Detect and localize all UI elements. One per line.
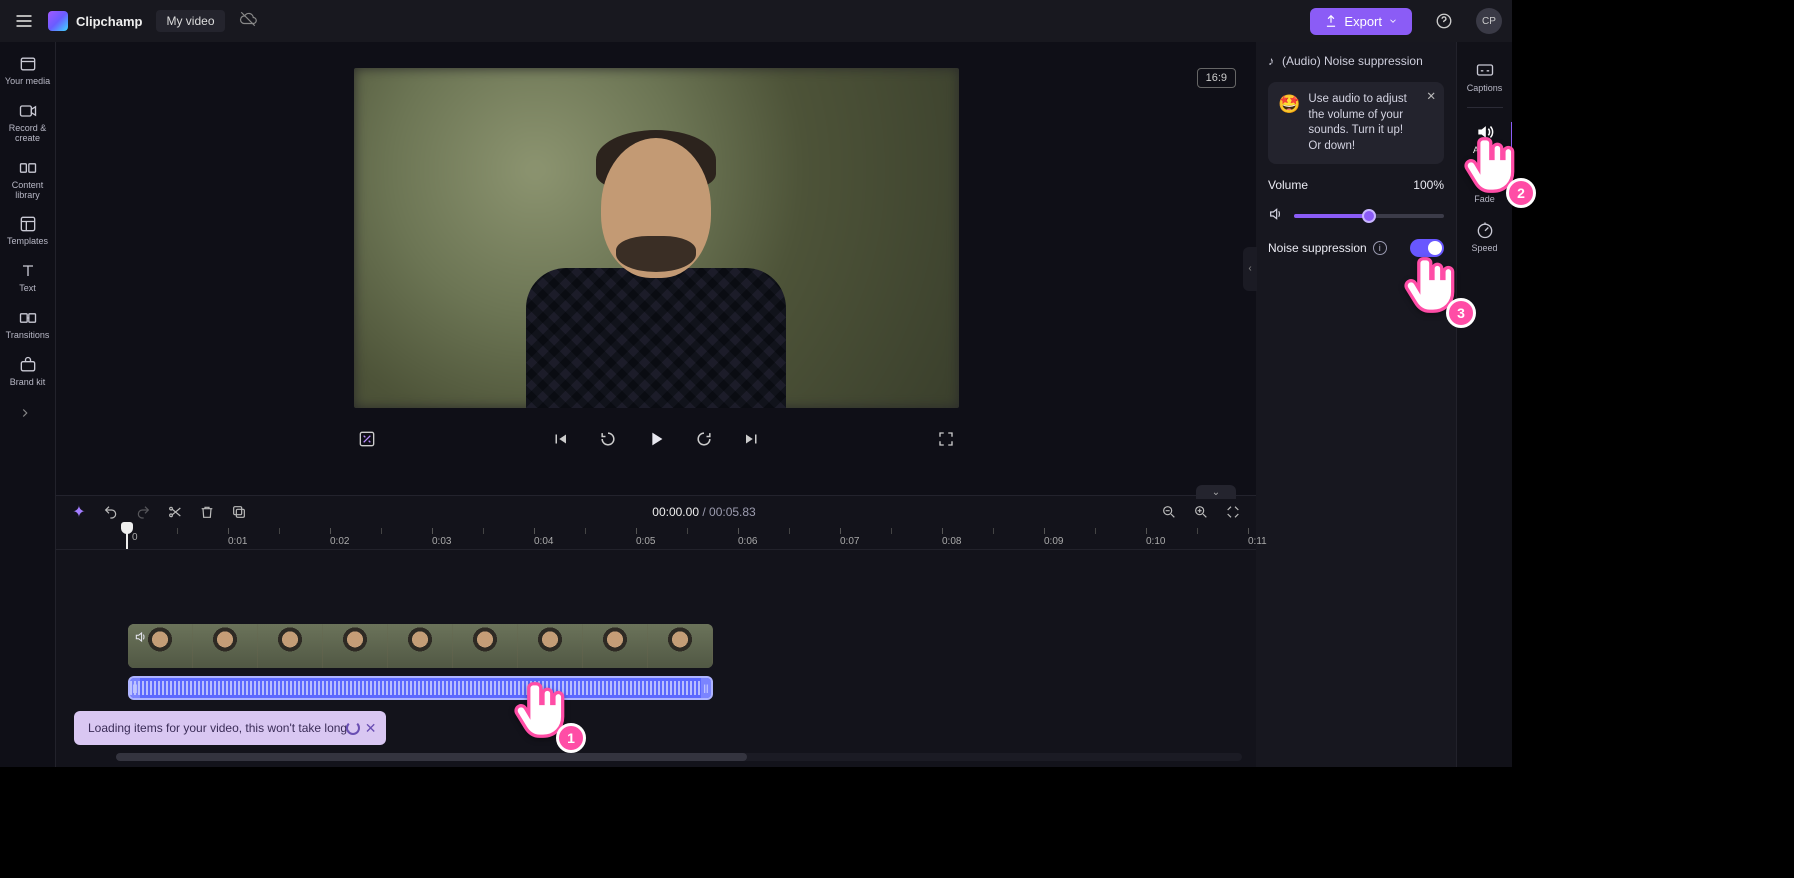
collapse-props-icon[interactable]: ‹ (1243, 247, 1257, 291)
right-tab-captions[interactable]: Captions (1457, 54, 1513, 103)
export-button-label: Export (1344, 14, 1382, 29)
delete-icon[interactable] (198, 503, 216, 521)
properties-header: ♪ (Audio) Noise suppression (1268, 54, 1444, 68)
ruler-zero: 0 (132, 532, 138, 543)
tip-close-icon[interactable]: ✕ (1426, 90, 1436, 106)
volume-slider[interactable] (1294, 214, 1444, 218)
sidebar-item-brand-kit[interactable]: Brand kit (0, 349, 56, 396)
noise-suppression-toggle[interactable] (1410, 239, 1444, 257)
sidebar-item-label: Brand kit (10, 378, 46, 388)
toast-text: Loading items for your video, this won't… (88, 721, 350, 735)
speaker-icon[interactable] (1268, 206, 1284, 225)
audio-clip-handle-right[interactable]: || (701, 678, 711, 698)
audio-waveform (130, 681, 711, 695)
playhead[interactable] (126, 528, 128, 549)
brand-name: Clipchamp (76, 14, 142, 29)
volume-row: Volume 100% (1268, 178, 1444, 192)
sidebar-item-record-create[interactable]: Record & create (0, 95, 56, 152)
sidebar-item-transitions[interactable]: Transitions (0, 302, 56, 349)
player-controls (354, 426, 959, 452)
top-bar: Clipchamp My video Export CP (0, 0, 1512, 42)
timeline-toolbar: ✦ 00:00.00 / 00:05.83 (56, 496, 1256, 528)
auto-enhance-icon[interactable] (354, 426, 380, 452)
sidebar-item-your-media[interactable]: Your media (0, 48, 56, 95)
right-tab-audio[interactable]: Audio (1457, 116, 1513, 165)
sidebar-item-label: Record & create (0, 124, 56, 144)
menu-hamburger-icon[interactable] (10, 7, 38, 35)
sidebar-item-text[interactable]: Text (0, 255, 56, 302)
properties-title: (Audio) Noise suppression (1282, 54, 1423, 68)
play-icon[interactable] (643, 426, 669, 452)
right-tab-label: Speed (1471, 243, 1497, 253)
noise-suppression-label: Noise suppression (1268, 241, 1367, 255)
audio-clip[interactable]: || || (128, 676, 713, 700)
user-avatar[interactable]: CP (1476, 8, 1502, 34)
current-time: 00:00.00 (652, 505, 699, 519)
aspect-ratio-chip[interactable]: 16:9 (1197, 68, 1236, 88)
sidebar-item-label: Your media (5, 77, 50, 87)
skip-end-icon[interactable] (739, 426, 765, 452)
sidebar-item-label: Content library (0, 181, 56, 201)
cloud-sync-off-icon[interactable] (239, 10, 257, 33)
properties-panel: ♪ (Audio) Noise suppression 🤩 Use audio … (1256, 42, 1456, 767)
right-tab-label: Fade (1474, 194, 1495, 204)
sidebar-item-label: Transitions (6, 331, 50, 341)
redo-icon[interactable] (134, 503, 152, 521)
fullscreen-icon[interactable] (933, 426, 959, 452)
right-sidebar: Captions Audio Fade Speed (1456, 42, 1512, 767)
timeline-horizontal-scrollbar[interactable] (116, 753, 1242, 761)
magic-tool-icon[interactable]: ✦ (70, 503, 88, 521)
volume-slider-knob[interactable] (1362, 209, 1376, 223)
duration-time: 00:05.83 (709, 505, 756, 519)
preview-area: 16:9 (56, 42, 1256, 495)
zoom-in-icon[interactable] (1192, 503, 1210, 521)
volume-label: Volume (1268, 178, 1308, 192)
help-icon[interactable] (1430, 7, 1458, 35)
right-tab-fade[interactable]: Fade (1457, 165, 1513, 214)
right-tab-label: Captions (1467, 83, 1503, 93)
timeline-ruler[interactable]: 0 0:01 0:02 0:03 0:04 0:05 0:06 0:07 0:0… (56, 528, 1256, 550)
loading-toast: Loading items for your video, this won't… (74, 711, 386, 745)
split-icon[interactable] (166, 503, 184, 521)
volume-value: 100% (1413, 178, 1444, 192)
duplicate-icon[interactable] (230, 503, 248, 521)
timeline-time: 00:00.00 / 00:05.83 (652, 505, 755, 519)
preview-subject (506, 108, 806, 408)
left-sidebar: Your media Record & create Content libra… (0, 42, 56, 767)
sidebar-expand-icon[interactable] (18, 406, 38, 438)
music-note-icon: ♪ (1268, 54, 1274, 68)
clip-mute-icon[interactable] (134, 630, 148, 649)
right-tab-label: Audio (1473, 145, 1496, 155)
brand-logo (48, 11, 68, 31)
timeline-area: ✦ 00:00.00 / 00:05.83 (56, 495, 1256, 767)
skip-start-icon[interactable] (547, 426, 573, 452)
fit-zoom-icon[interactable] (1224, 503, 1242, 521)
sidebar-item-label: Templates (7, 237, 48, 247)
undo-icon[interactable] (102, 503, 120, 521)
video-preview[interactable] (354, 68, 959, 408)
tip-card: 🤩 Use audio to adjust the volume of your… (1268, 82, 1444, 164)
back-5s-icon[interactable] (595, 426, 621, 452)
video-clip[interactable] (128, 624, 713, 668)
tip-text: Use audio to adjust the volume of your s… (1308, 92, 1416, 154)
sidebar-item-content-library[interactable]: Content library (0, 152, 56, 209)
forward-5s-icon[interactable] (691, 426, 717, 452)
info-icon[interactable]: i (1373, 241, 1387, 255)
collapse-timeline-icon[interactable]: ⌄ (1196, 485, 1236, 499)
sidebar-item-templates[interactable]: Templates (0, 208, 56, 255)
sidebar-item-label: Text (19, 284, 36, 294)
brand: Clipchamp (48, 11, 142, 31)
zoom-out-icon[interactable] (1160, 503, 1178, 521)
timeline-tracks[interactable]: || || Loading items for your video, this… (56, 550, 1256, 767)
tip-emoji-icon: 🤩 (1278, 92, 1300, 154)
scrollbar-thumb[interactable] (116, 753, 747, 761)
right-tab-speed[interactable]: Speed (1457, 214, 1513, 263)
spinner-icon (346, 721, 360, 735)
export-button[interactable]: Export (1310, 8, 1412, 35)
toast-close-icon[interactable]: ✕ (365, 720, 377, 737)
project-title[interactable]: My video (156, 10, 224, 32)
